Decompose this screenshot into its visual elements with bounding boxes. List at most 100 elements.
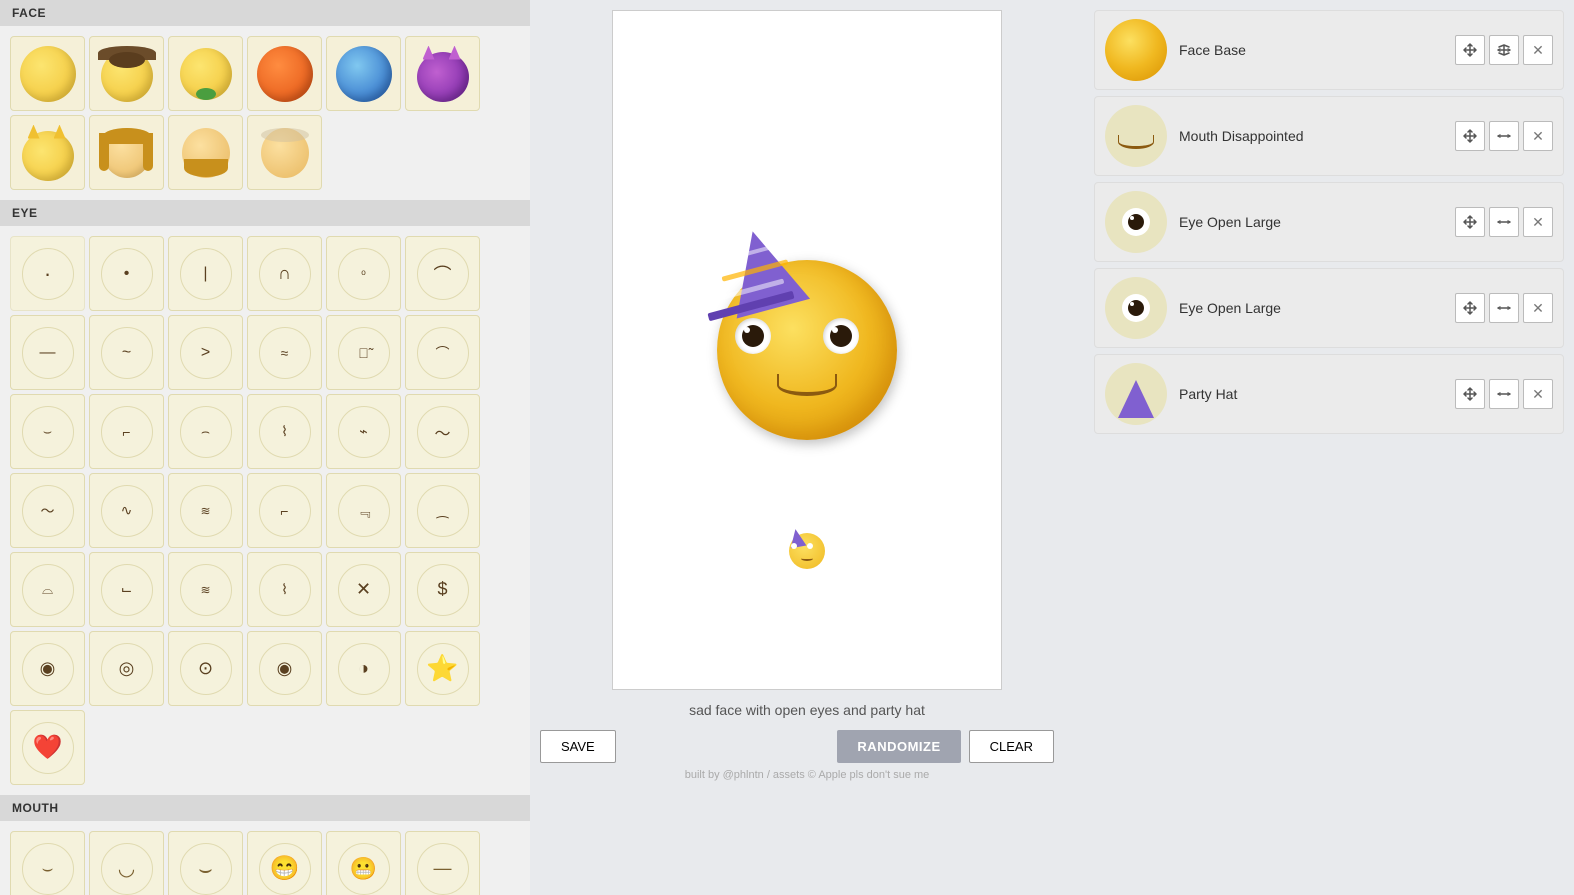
mouth-item-6[interactable]: —	[405, 831, 480, 895]
layer-delete-mouth[interactable]: ✕	[1523, 121, 1553, 151]
eye-item-11[interactable]: ⌒̃	[326, 315, 401, 390]
layer-flip-mouth[interactable]	[1489, 121, 1519, 151]
eye-item-3[interactable]: |	[168, 236, 243, 311]
eye-item-bullseye2[interactable]: ◉	[247, 631, 322, 706]
layer-flip-eye2[interactable]	[1489, 293, 1519, 323]
face-item-blue[interactable]	[326, 36, 401, 111]
eye-item-10[interactable]: ≈	[247, 315, 322, 390]
eye-item-heart[interactable]: ❤️	[10, 710, 85, 785]
save-button[interactable]: SAVE	[540, 730, 616, 763]
main-emoji-display	[707, 240, 907, 440]
mouth-grid: ⌣ ◡ ⌣ 😁 😬 — ⌢ ⌢ ⌐ ⌙	[0, 821, 530, 895]
layer-name-eye2: Eye Open Large	[1179, 300, 1443, 316]
mouth-item-3[interactable]: ⌣	[168, 831, 243, 895]
eye-item-25[interactable]: ⌓	[10, 552, 85, 627]
layer-item-mouth: Mouth Disappointed ✕	[1094, 96, 1564, 176]
layer-item-eye1: Eye Open Large ✕	[1094, 182, 1564, 262]
face-item-cowboy[interactable]	[89, 36, 164, 111]
mouth-item-2[interactable]: ◡	[89, 831, 164, 895]
center-panel: sad face with open eyes and party hat SA…	[530, 0, 1084, 895]
layer-move-eye2[interactable]	[1455, 293, 1485, 323]
eye-item-19[interactable]: 〜	[10, 473, 85, 548]
face-item-orange[interactable]	[247, 36, 322, 111]
face-item-old[interactable]	[247, 115, 322, 190]
layer-name-eye1: Eye Open Large	[1179, 214, 1443, 230]
layer-flip-eye1[interactable]	[1489, 207, 1519, 237]
layer-flip-party-hat[interactable]	[1489, 379, 1519, 409]
eye-item-dollar[interactable]: $	[405, 552, 480, 627]
layer-move-party-hat[interactable]	[1455, 379, 1485, 409]
layer-delete-face-base[interactable]: ✕	[1523, 35, 1553, 65]
layer-move-mouth[interactable]	[1455, 121, 1485, 151]
layer-preview-mouth	[1105, 105, 1167, 167]
eye-item-20[interactable]: ∿	[89, 473, 164, 548]
eye-item-26[interactable]: ⌙	[89, 552, 164, 627]
face-item-purple-cat[interactable]	[405, 36, 480, 111]
eye-item-8[interactable]: ~	[89, 315, 164, 390]
layer-preview-party-hat	[1105, 363, 1167, 425]
layer-controls-eye2: ✕	[1455, 293, 1553, 323]
layer-controls-face-base: ✕	[1455, 35, 1553, 65]
right-panel: Face Base ✕ Mouth Disappointed	[1084, 0, 1574, 895]
eye-item-12[interactable]: ⌒	[405, 315, 480, 390]
layer-controls-party-hat: ✕	[1455, 379, 1553, 409]
eye-item-21[interactable]: ≋	[168, 473, 243, 548]
layer-controls-eye1: ✕	[1455, 207, 1553, 237]
layer-controls-mouth: ✕	[1455, 121, 1553, 151]
layer-preview-face-base	[1105, 19, 1167, 81]
eye-item-9[interactable]: >	[168, 315, 243, 390]
eye-item-22[interactable]: ⌐	[247, 473, 322, 548]
mouth-item-4[interactable]: 😁	[247, 831, 322, 895]
layer-move-eye1[interactable]	[1455, 207, 1485, 237]
layer-name-party-hat: Party Hat	[1179, 386, 1443, 402]
eye-item-27[interactable]: ≋	[168, 552, 243, 627]
layer-delete-eye1[interactable]: ✕	[1523, 207, 1553, 237]
face-item-long-hair[interactable]	[89, 115, 164, 190]
eye-item-star[interactable]: ⭐	[405, 631, 480, 706]
face-item-beard[interactable]	[168, 115, 243, 190]
layer-delete-party-hat[interactable]: ✕	[1523, 379, 1553, 409]
eye-item-17[interactable]: ⌁	[326, 394, 401, 469]
layer-preview-eye2	[1105, 277, 1167, 339]
eye-item-bullseye1[interactable]: ◉	[10, 631, 85, 706]
canvas-area	[612, 10, 1002, 690]
eye-item-x[interactable]: ✕	[326, 552, 401, 627]
mouth-section-header: MOUTH	[0, 795, 530, 821]
eye-item-ring[interactable]: ⊙	[168, 631, 243, 706]
clear-button[interactable]: CLEAR	[969, 730, 1054, 763]
eye-item-15[interactable]: ⌢	[168, 394, 243, 469]
layer-name-mouth: Mouth Disappointed	[1179, 128, 1443, 144]
eye-item-14[interactable]: ⌐	[89, 394, 164, 469]
eye-item-half[interactable]: ◑	[326, 631, 401, 706]
eye-item-circle[interactable]: ◎	[89, 631, 164, 706]
description-text: sad face with open eyes and party hat	[689, 702, 925, 718]
eye-item-1[interactable]: ·	[10, 236, 85, 311]
mouth-item-1[interactable]: ⌣	[10, 831, 85, 895]
face-item-sick[interactable]	[168, 36, 243, 111]
face-section-header: FACE	[0, 0, 530, 26]
mouth-item-5[interactable]: 😬	[326, 831, 401, 895]
eye-grid: · • | ∩ ᵒ ⌒ — ~ > ≈ ⌒̃	[0, 226, 530, 795]
eye-item-18[interactable]: ～	[405, 394, 480, 469]
eye-item-28[interactable]: ⌇	[247, 552, 322, 627]
layer-delete-eye2[interactable]: ✕	[1523, 293, 1553, 323]
eye-item-16[interactable]: ⌇	[247, 394, 322, 469]
eye-item-6[interactable]: ⌒	[405, 236, 480, 311]
eye-item-23[interactable]: ﹃	[326, 473, 401, 548]
eye-item-13[interactable]: ⌣	[10, 394, 85, 469]
eye-section-header: EYE	[0, 200, 530, 226]
eye-item-4[interactable]: ∩	[247, 236, 322, 311]
face-item-yellow[interactable]	[10, 36, 85, 111]
bottom-actions: SAVE RANDOMIZE CLEAR	[540, 730, 1074, 763]
eye-item-5[interactable]: ᵒ	[326, 236, 401, 311]
eye-item-7[interactable]: —	[10, 315, 85, 390]
layer-item-party-hat: Party Hat ✕	[1094, 354, 1564, 434]
eye-item-24[interactable]: ⁔	[405, 473, 480, 548]
face-item-cat[interactable]	[10, 115, 85, 190]
layer-move-face-base[interactable]	[1455, 35, 1485, 65]
layer-item-eye2: Eye Open Large ✕	[1094, 268, 1564, 348]
eye-item-2[interactable]: •	[89, 236, 164, 311]
layer-flip-face-base[interactable]	[1489, 35, 1519, 65]
randomize-button[interactable]: RANDOMIZE	[837, 730, 960, 763]
attribution-text: built by @phlntn / assets © Apple pls do…	[685, 769, 930, 781]
